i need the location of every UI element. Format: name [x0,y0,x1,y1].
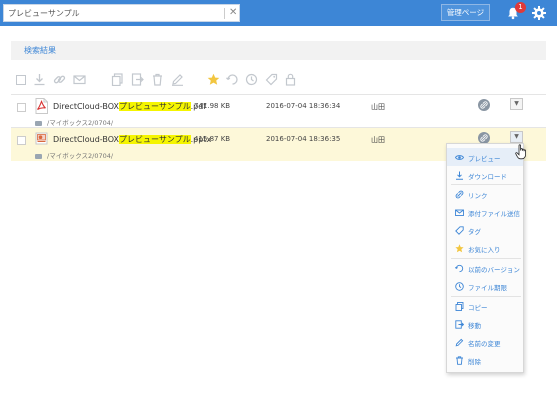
history-icon [455,264,464,273]
menu-item-link[interactable]: リンク [447,185,523,203]
menu-item-label: 削除 [468,358,481,366]
search-box[interactable]: ✕ [3,4,240,22]
menu-item-file-expiry[interactable]: ファイル期限 [447,277,523,295]
link-icon [455,190,464,199]
menu-item-label: リンク [468,192,488,200]
search-input[interactable] [8,7,218,20]
pencil-icon[interactable] [170,71,184,87]
share-link-icon[interactable] [478,99,490,111]
folder-icon [35,153,42,159]
context-menu: プレビュー ダウンロード リンク 添付ファイル送信 タグ お気に入り 以前のバー… [446,143,524,373]
pptx-file-icon [35,132,48,145]
tag-icon[interactable] [264,71,278,87]
menu-item-label: 添付ファイル送信 [468,210,520,218]
file-date: 2016-07-04 18:36:35 [266,135,341,143]
file-size: 741.98 KB [194,102,231,110]
search-results-header: 検索結果 [11,41,546,60]
file-size: 415.87 KB [194,135,231,143]
file-name-prefix: DirectCloud-BOX [53,135,120,144]
menu-item-rename[interactable]: 名前の変更 [447,333,523,351]
star-icon [455,244,464,253]
eye-icon [455,155,464,160]
select-all-checkbox[interactable] [14,71,28,87]
search-highlight: プレビューサンプル [119,102,191,111]
trash-icon [456,356,463,365]
file-path[interactable]: /マイボックス2/0704/ [35,117,113,127]
row-dropdown-button[interactable]: ▼ [510,131,523,143]
pencil-icon [455,338,464,347]
table-row[interactable]: DirectCloud-BOXプレビューサンプル.pdf /マイボックス2/07… [11,95,546,128]
file-name-prefix: DirectCloud-BOX [53,102,120,111]
admin-page-button[interactable]: 管理ページ [441,4,490,21]
star-icon[interactable] [206,71,220,87]
file-owner: 山田 [371,136,385,144]
pdf-file-icon [35,98,48,114]
file-path[interactable]: /マイボックス2/0704/ [35,150,113,160]
trash-icon[interactable] [150,71,164,87]
copy-icon [455,302,464,311]
menu-item-send-attachment[interactable]: 添付ファイル送信 [447,203,523,221]
folder-icon [35,120,42,126]
search-divider [224,8,225,19]
mail-icon [455,209,464,216]
lock-icon[interactable] [283,71,297,87]
move-icon [455,320,464,329]
menu-item-favorite[interactable]: お気に入り [447,239,523,257]
menu-item-previous-versions[interactable]: 以前のバージョン [447,259,523,277]
close-icon[interactable]: ✕ [229,6,237,20]
section-title: 検索結果 [24,46,56,55]
menu-item-copy[interactable]: コピー [447,297,523,315]
download-icon [456,171,463,180]
menu-item-label: タグ [468,228,481,236]
menu-item-label: ファイル期限 [468,284,507,292]
menu-item-label: コピー [468,304,488,312]
history-icon[interactable] [225,71,239,87]
top-bar: ✕ 管理ページ 1 [0,0,557,26]
file-path-text: /マイボックス2/0704/ [47,119,114,127]
row-checkbox[interactable] [17,103,26,112]
copy-icon[interactable] [110,71,124,87]
file-name[interactable]: DirectCloud-BOXプレビューサンプル.pptx [53,134,211,145]
hand-pointer-icon [515,144,526,160]
mail-icon[interactable] [72,71,86,87]
file-date: 2016-07-04 18:36:34 [266,102,341,110]
file-owner: 山田 [371,103,385,111]
download-icon[interactable] [32,71,46,87]
menu-item-move[interactable]: 移動 [447,315,523,333]
menu-item-label: 以前のバージョン [468,266,520,274]
file-name[interactable]: DirectCloud-BOXプレビューサンプル.pdf [53,101,206,112]
clock-icon[interactable] [244,71,258,87]
menu-item-download[interactable]: ダウンロード [447,166,523,184]
row-checkbox[interactable] [17,136,26,145]
gear-icon[interactable] [531,5,547,21]
move-icon[interactable] [130,71,144,87]
link-icon[interactable] [52,71,66,87]
menu-item-tag[interactable]: タグ [447,221,523,239]
menu-item-label: プレビュー [468,155,501,163]
row-dropdown-button[interactable]: ▼ [510,98,523,110]
menu-item-label: お気に入り [468,246,501,254]
menu-item-delete[interactable]: 削除 [447,351,523,369]
file-path-text: /マイボックス2/0704/ [47,152,114,160]
menu-item-label: ダウンロード [468,173,507,181]
tag-icon [455,226,464,235]
clock-icon [455,282,464,291]
menu-item-label: 名前の変更 [468,340,501,348]
notification-badge: 1 [515,2,526,13]
menu-item-label: 移動 [468,322,481,330]
menu-item-preview[interactable]: プレビュー [447,148,523,166]
action-toolbar [14,71,314,89]
search-highlight: プレビューサンプル [119,135,191,144]
